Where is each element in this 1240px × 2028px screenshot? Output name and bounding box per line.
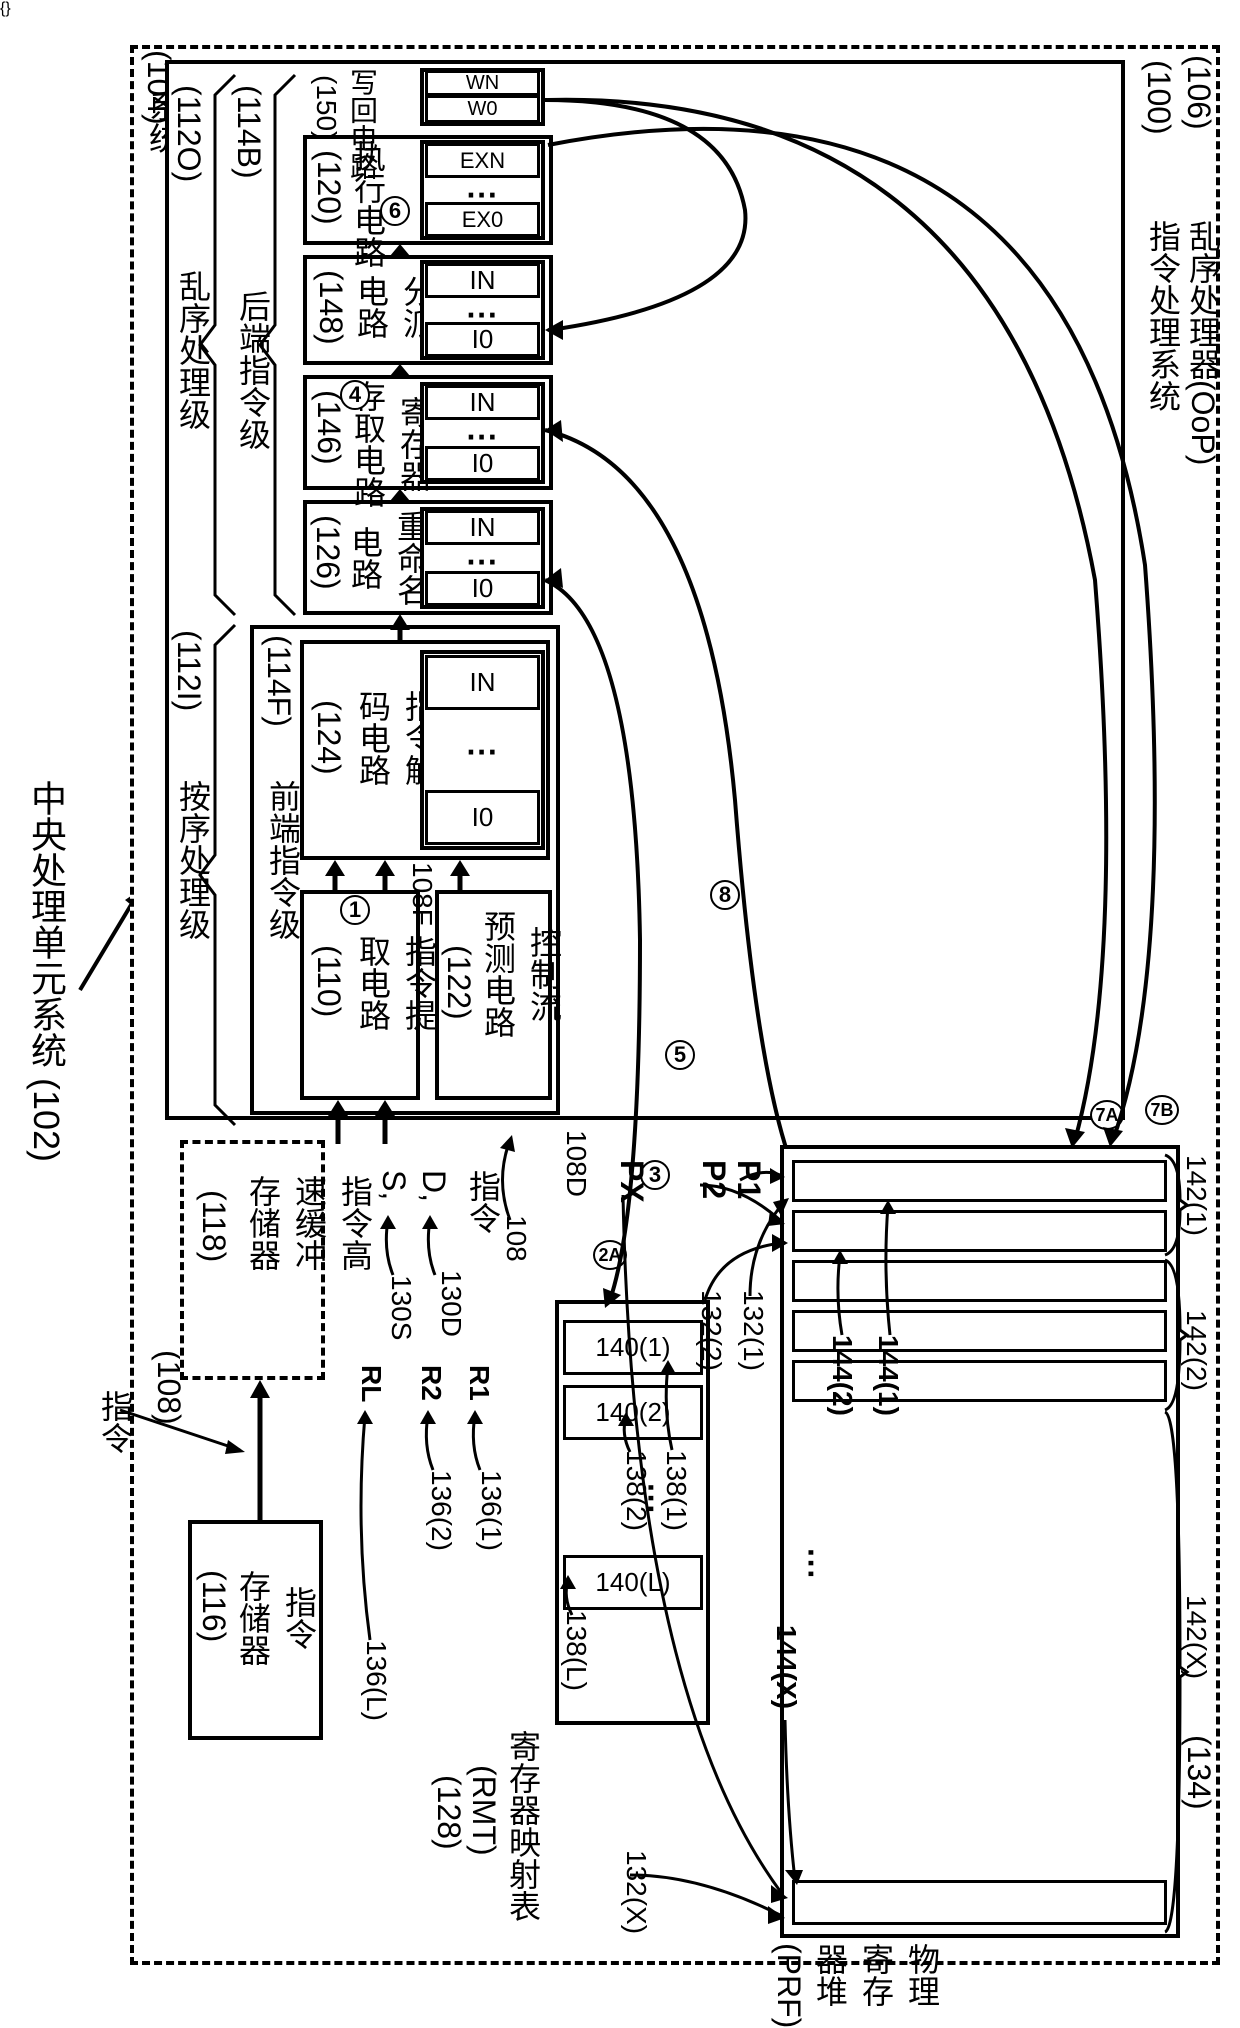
prf-row-p2	[792, 1210, 1167, 1252]
ips-label: 指令处理系统	[1140, 220, 1186, 412]
icache-label: 指令高 速缓冲 存储器	[240, 1175, 378, 1271]
decode-ref: (124)	[310, 700, 347, 775]
rmt-label: 寄存器映射表	[500, 1730, 546, 1922]
decode-i0: I0	[425, 790, 540, 845]
ref138-L: 138(L)	[560, 1610, 592, 1691]
prf-row-px	[792, 1880, 1167, 1925]
rename-dots: ···	[455, 550, 510, 576]
exec-n: EXN	[425, 143, 540, 178]
rmt-140-L: 140(L)	[563, 1555, 703, 1610]
R1: R1	[463, 1365, 495, 1401]
exec-dots: ···	[455, 183, 510, 209]
ref142-2: 142(2)	[1180, 1310, 1212, 1391]
ooo-label: 乱序处理级	[170, 270, 216, 430]
step-5: 5	[665, 1040, 695, 1070]
ref136-1: 136(1)	[475, 1470, 507, 1551]
ips-ref: (100)	[1140, 60, 1177, 135]
dispatch-in: IN	[425, 263, 540, 298]
RL: RL	[355, 1365, 387, 1402]
step-6: 6	[380, 196, 410, 226]
step-8: 8	[710, 880, 740, 910]
ctrlflow-ref: (122)	[440, 945, 477, 1020]
cpu-system-title: 中央处理单元系统 (102)	[20, 780, 72, 1162]
step-7A: 7A	[1090, 1100, 1124, 1130]
ref138-1: 138(1)	[660, 1450, 692, 1531]
rmt-ref: (128)	[430, 1775, 467, 1850]
ref-130D: 130D	[435, 1270, 467, 1337]
ref132-X: 132(X)	[620, 1850, 652, 1934]
ref132-2: 132(2)	[695, 1290, 727, 1371]
fetch-label: 指令提 取电路	[350, 935, 442, 1031]
ref144-2: 144(2)	[826, 1335, 858, 1416]
step-7B: 7B	[1145, 1095, 1179, 1125]
wb-n: WN	[425, 70, 540, 96]
instr-mem-ref: (116)	[195, 1570, 232, 1642]
oop-ref: (106)	[1180, 55, 1217, 130]
P1: P1	[730, 1160, 767, 1199]
dispatch-dots: ···	[455, 303, 510, 329]
frontend-ref: (114F)	[260, 635, 297, 727]
fetch-ref: (110)	[310, 945, 347, 1017]
ref-130S: 130S	[385, 1275, 417, 1340]
prf-vdots: ···	[785, 1540, 815, 1588]
wb-0: W0	[425, 95, 540, 123]
instr-word: 指令	[92, 1390, 138, 1454]
wb-ref: (150)	[310, 75, 342, 140]
ref-108F: 108F	[406, 862, 438, 926]
step-2A: 2A	[593, 1240, 627, 1270]
ref136-L: 136(L)	[360, 1640, 392, 1721]
ctrlflow-label: 控制流 预测电路	[475, 910, 567, 1038]
wb-label: 写回电路	[342, 68, 382, 180]
ref-108-alone: 108	[500, 1215, 532, 1262]
prf-row-p1	[792, 1160, 1167, 1202]
inorder-ref: (112I)	[170, 630, 207, 711]
rmt-140-2: 140(2)	[563, 1385, 703, 1440]
inorder-label: 按序处理级	[170, 780, 216, 940]
prf-ref: (134)	[1180, 1735, 1217, 1810]
ref136-2: 136(2)	[425, 1470, 457, 1551]
rmt-140-1: 140(1)	[563, 1320, 703, 1375]
PX: PX	[613, 1160, 650, 1203]
decode-in: IN	[425, 655, 540, 710]
prf-row-3	[792, 1260, 1167, 1302]
step-1: 1	[340, 895, 370, 925]
ref142-1: 142(1)	[1180, 1155, 1212, 1236]
ref144-X: 144(X)	[770, 1625, 802, 1709]
dispatch-ref: (148)	[312, 270, 349, 345]
ref132-1: 132(1)	[737, 1290, 769, 1371]
backend-label: 后端指令级	[230, 290, 276, 450]
P2: P2	[695, 1160, 732, 1199]
ref138-2: 138(2)	[620, 1450, 652, 1531]
ref-108D: 108D	[560, 1130, 592, 1197]
instr-D: D,	[415, 1170, 452, 1202]
ooo-ref: (112O)	[170, 85, 207, 182]
rename-ref: (126)	[309, 515, 346, 590]
backend-ref: (114B)	[230, 85, 267, 179]
ref142-X: 142(X)	[1180, 1595, 1212, 1679]
ref144-1: 144(1)	[872, 1335, 904, 1416]
instr-mem-label: 指令 存储器	[230, 1570, 322, 1666]
instr-S: S,	[375, 1170, 412, 1200]
prf-label: 物理寄存器堆(PRF)	[770, 1943, 945, 2028]
decode-dots: ···	[455, 740, 510, 766]
racc-dots: ···	[455, 425, 510, 451]
step-4: 4	[340, 380, 370, 410]
R2: R2	[415, 1365, 447, 1401]
rmt-abbr: (RMT)	[465, 1765, 502, 1856]
racc-in: IN	[425, 385, 540, 420]
icache-ref: (118)	[195, 1190, 232, 1262]
rename-in: IN	[425, 510, 540, 545]
oop-label: 乱序处理器(OoP)	[1180, 220, 1226, 465]
